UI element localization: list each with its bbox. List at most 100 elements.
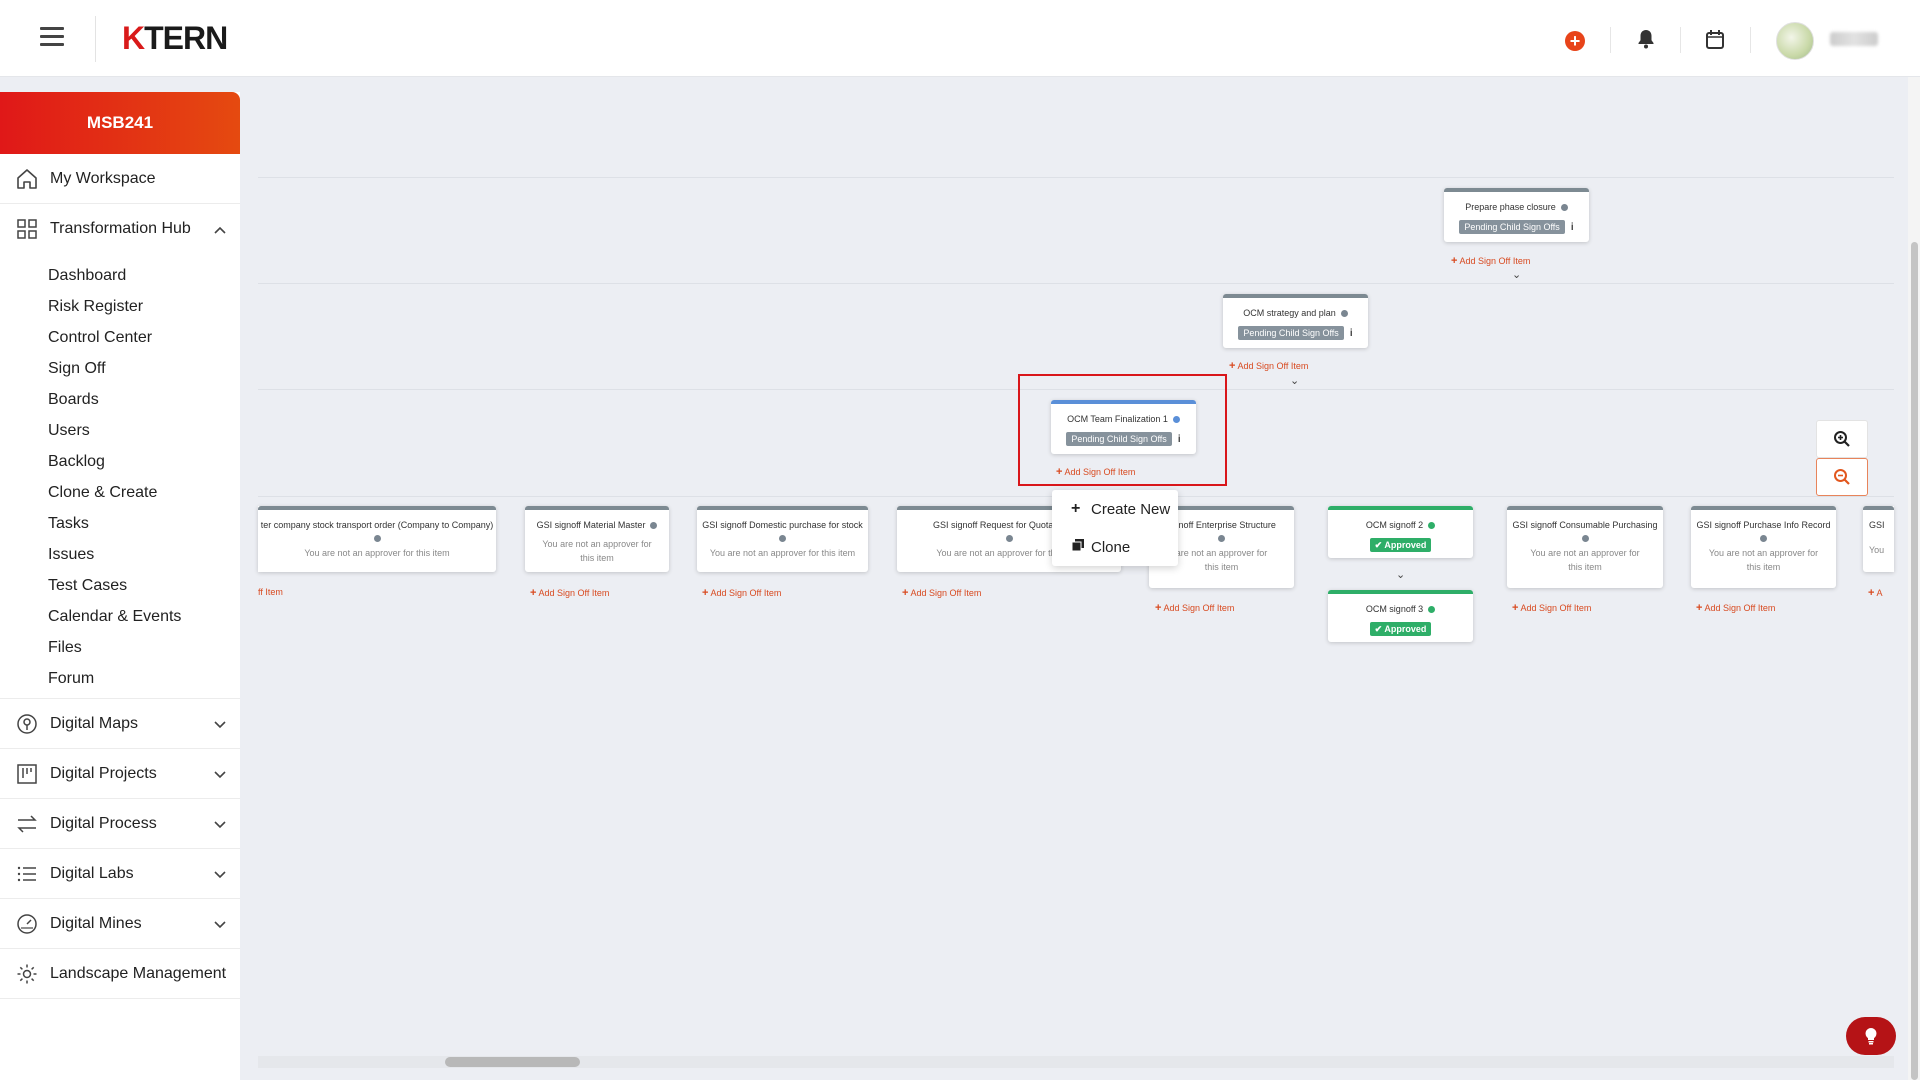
horizontal-scroll-thumb[interactable]	[445, 1057, 580, 1067]
chevron-down-icon[interactable]: ⌄	[1512, 268, 1521, 281]
nav-label: Digital Mines	[50, 914, 142, 932]
add-signoff-item-link[interactable]: + Add Sign Off Item	[1229, 360, 1308, 372]
vertical-scroll-thumb[interactable]	[1911, 242, 1918, 1080]
user-avatar[interactable]	[1776, 22, 1814, 60]
add-signoff-item-link[interactable]: ff Item	[258, 587, 283, 597]
nav-label: Digital Maps	[50, 714, 139, 732]
nav-label: Transformation Hub	[50, 220, 191, 237]
signoff-card-child[interactable]: GSI signoff Material Master You are not …	[525, 506, 669, 572]
approver-note: You are not an approver for this item	[304, 548, 450, 558]
bell-icon[interactable]	[1635, 28, 1657, 50]
add-signoff-item-link[interactable]: + Add Sign Off Item	[1155, 602, 1234, 614]
sidebar-item-calendar-events[interactable]: Calendar & Events	[0, 601, 240, 632]
status-badge: Pending Child Sign Offs	[1238, 326, 1344, 340]
card-title: Prepare phase closure	[1444, 192, 1589, 213]
transformation-hub-submenu: Dashboard Risk Register Control Center S…	[0, 254, 240, 699]
sidebar-item-boards[interactable]: Boards	[0, 384, 240, 415]
list-icon	[14, 861, 40, 887]
add-signoff-item-link[interactable]: + A	[1868, 587, 1882, 599]
sidebar-item-test-cases[interactable]: Test Cases	[0, 570, 240, 601]
card-title: OCM strategy and plan	[1223, 298, 1368, 319]
sidebar-item-issues[interactable]: Issues	[0, 539, 240, 570]
chevron-down-icon[interactable]	[214, 916, 226, 934]
gear-icon	[14, 961, 40, 987]
selection-highlight-box	[1018, 374, 1227, 486]
approver-note: You are not an approver for this item	[1708, 548, 1819, 572]
add-signoff-item-link[interactable]: + Add Sign Off Item	[702, 587, 781, 599]
approved-badge: ✔ Approved	[1369, 538, 1432, 552]
signoff-card-child[interactable]: GSI signoff Purchase Info Record You are…	[1691, 506, 1836, 588]
nav-digital-mines[interactable]: Digital Mines	[0, 899, 240, 949]
chevron-up-icon[interactable]	[214, 221, 226, 239]
zoom-out-button[interactable]	[1816, 458, 1868, 496]
signoff-card-prepare-phase[interactable]: Prepare phase closure Pending Child Sign…	[1444, 188, 1589, 242]
lightbulb-icon	[1865, 1028, 1877, 1045]
clone-menu-item[interactable]: Clone	[1052, 528, 1178, 566]
status-dot	[373, 535, 381, 542]
info-icon[interactable]: i	[1571, 222, 1574, 233]
info-icon[interactable]: i	[1350, 328, 1353, 339]
add-signoff-item-link[interactable]: + Add Sign Off Item	[530, 587, 609, 599]
nav-label: My Workspace	[50, 169, 156, 187]
add-signoff-item-link[interactable]: + Add Sign Off Item	[1512, 602, 1591, 614]
nav-digital-maps[interactable]: Digital Maps	[0, 699, 240, 749]
add-signoff-item-link[interactable]: + Add Sign Off Item	[902, 587, 981, 599]
sidebar-item-risk-register[interactable]: Risk Register	[0, 291, 240, 322]
lightbulb-help-button[interactable]	[1846, 1017, 1896, 1055]
sidebar-item-files[interactable]: Files	[0, 632, 240, 663]
nav-digital-projects[interactable]: Digital Projects	[0, 749, 240, 799]
signoff-card-child-partial[interactable]: GSI You	[1863, 506, 1894, 572]
project-banner[interactable]: MSB241	[0, 92, 240, 154]
status-dot	[1340, 310, 1348, 318]
create-new-menu-item[interactable]: + Create New	[1052, 490, 1178, 528]
signoff-card-ocm-signoff-2[interactable]: OCM signoff 2 ✔ Approved	[1328, 506, 1473, 558]
chevron-down-icon[interactable]	[214, 716, 226, 734]
chevron-down-icon[interactable]	[214, 766, 226, 784]
add-signoff-item-link[interactable]: + Add Sign Off Item	[1696, 602, 1775, 614]
user-name-blurred[interactable]	[1830, 32, 1878, 46]
chevron-down-icon[interactable]	[214, 866, 226, 884]
signoff-card-ocm-strategy[interactable]: OCM strategy and plan Pending Child Sign…	[1223, 294, 1368, 348]
ktern-logo[interactable]: KTERN	[122, 20, 228, 57]
signoff-card-child[interactable]: GSI signoff Consumable Purchasing You ar…	[1507, 506, 1663, 588]
nav-label: Digital Labs	[50, 864, 134, 882]
sidebar-item-tasks[interactable]: Tasks	[0, 508, 240, 539]
signoff-card-child[interactable]: ter company stock transport order (Compa…	[258, 506, 496, 572]
map-pin-icon	[14, 711, 40, 737]
status-dot	[650, 522, 658, 530]
signoff-card-child[interactable]: GSI signoff Domestic purchase for stock …	[697, 506, 868, 572]
plus-icon: +	[1071, 500, 1081, 517]
sidebar-item-forum[interactable]: Forum	[0, 663, 240, 694]
approver-note: You are not an approver for this item	[1530, 548, 1640, 572]
grid-icon	[14, 216, 40, 242]
status-badge: Pending Child Sign Offs	[1459, 220, 1565, 234]
copy-icon	[1071, 538, 1085, 557]
add-signoff-item-link[interactable]: + Add Sign Off Item	[1451, 255, 1530, 267]
chevron-down-icon[interactable]: ⌄	[1396, 568, 1405, 581]
card-title: GSI	[1869, 520, 1885, 530]
chevron-down-icon[interactable]: ⌄	[1290, 374, 1299, 387]
signoff-card-ocm-signoff-3[interactable]: OCM signoff 3 ✔ Approved	[1328, 590, 1473, 642]
sidebar-item-clone-create[interactable]: Clone & Create	[0, 477, 240, 508]
chevron-down-icon[interactable]	[214, 816, 226, 834]
zoom-in-button[interactable]	[1816, 420, 1868, 458]
sidebar-item-users[interactable]: Users	[0, 415, 240, 446]
sidebar-item-backlog[interactable]: Backlog	[0, 446, 240, 477]
nav-transformation-hub[interactable]: Transformation Hub	[0, 204, 240, 254]
nav-my-workspace[interactable]: My Workspace	[0, 154, 240, 204]
arrows-exchange-icon	[14, 811, 40, 837]
sidebar-item-dashboard[interactable]: Dashboard	[0, 260, 240, 291]
card-title: ter company stock transport order (Compa…	[260, 520, 494, 530]
approver-note: You are not an approver for this item	[709, 548, 856, 558]
add-circle-icon[interactable]: +	[1565, 31, 1585, 51]
calendar-icon[interactable]	[1704, 28, 1726, 50]
kanban-icon	[14, 761, 40, 787]
status-dot	[1428, 606, 1436, 614]
nav-digital-process[interactable]: Digital Process	[0, 799, 240, 849]
home-icon	[14, 166, 40, 192]
sidebar-item-control-center[interactable]: Control Center	[0, 322, 240, 353]
sidebar-item-sign-off[interactable]: Sign Off	[0, 353, 240, 384]
nav-digital-labs[interactable]: Digital Labs	[0, 849, 240, 899]
menu-icon[interactable]	[40, 27, 64, 47]
nav-landscape-management[interactable]: Landscape Management	[0, 949, 240, 999]
